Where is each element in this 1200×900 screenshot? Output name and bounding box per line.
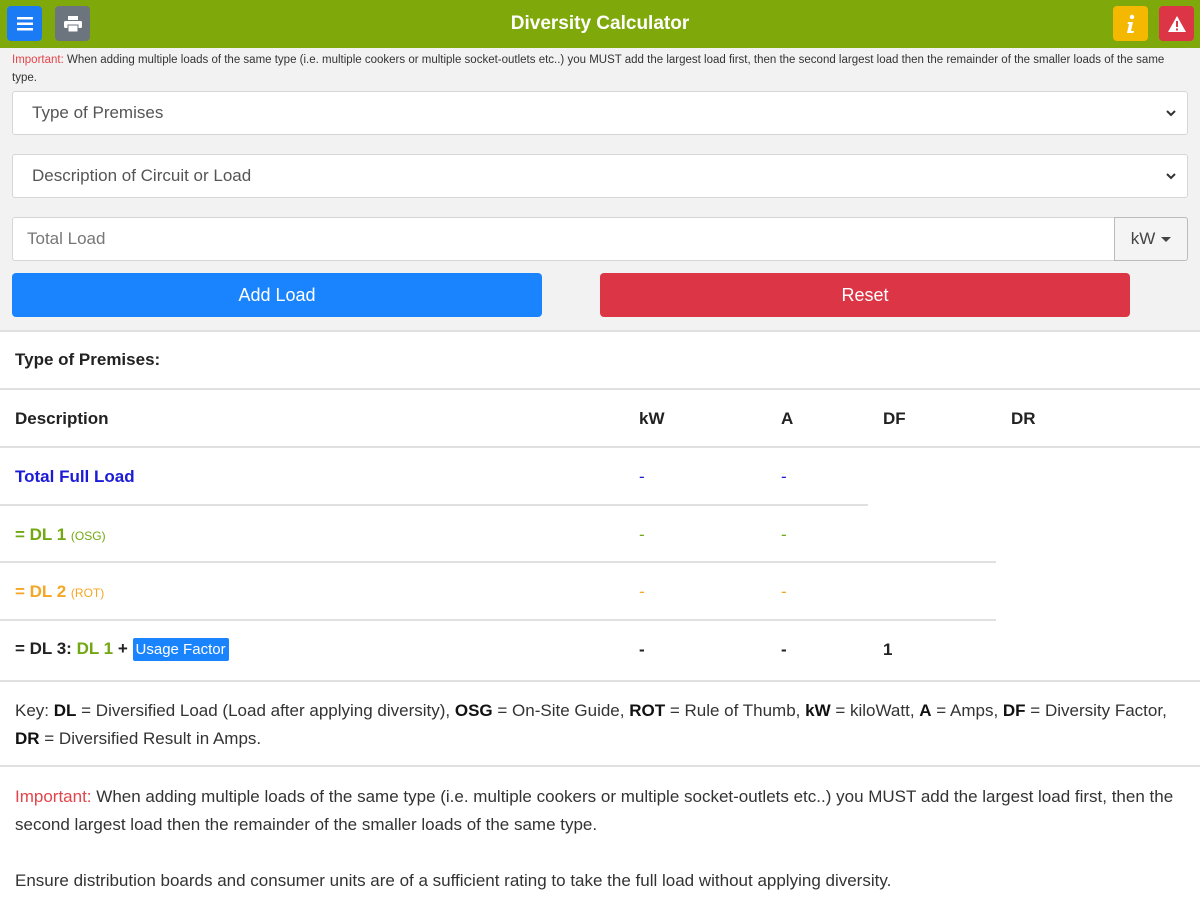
divider: [0, 504, 868, 506]
col-dr: DR: [1011, 409, 1036, 428]
key-abbr: DR: [15, 729, 40, 748]
dl2-kw: -: [639, 582, 645, 601]
ensure-note: Ensure distribution boards and consumer …: [15, 871, 892, 890]
chevron-down-icon: [1166, 110, 1176, 117]
total-a: -: [781, 467, 787, 486]
info-icon: [1126, 14, 1134, 33]
print-button[interactable]: [55, 6, 90, 41]
important-text: When adding multiple loads of the same t…: [12, 54, 1165, 84]
important-text: When adding multiple loads of the same t…: [15, 787, 1174, 834]
dl3-a: -: [781, 640, 787, 659]
key-abbr: DF: [1002, 701, 1026, 720]
dl3-ref: DL 1: [76, 638, 114, 658]
dl3-kw: -: [639, 640, 645, 659]
dl2-source: (ROT): [70, 586, 105, 600]
divider: [0, 561, 996, 563]
total-load-group: kW: [12, 217, 1188, 261]
dl3-plus: +: [117, 638, 128, 658]
key-abbr: kW: [805, 701, 831, 720]
dl1-kw: -: [639, 525, 645, 544]
col-df: DF: [883, 409, 906, 428]
premises-select[interactable]: Type of Premises: [12, 91, 1188, 135]
dl1-source: (OSG): [70, 529, 106, 543]
col-kw: kW: [639, 409, 665, 428]
load-description-select[interactable]: Description of Circuit or Load: [12, 154, 1188, 198]
unit-dropdown[interactable]: kW: [1114, 217, 1188, 261]
dl1-prefix: = DL 1: [15, 525, 67, 544]
key-intro: Key:: [15, 701, 54, 720]
menu-icon: [16, 16, 33, 30]
premises-result-label: Type of Premises:: [15, 350, 161, 369]
menu-button[interactable]: [7, 6, 42, 41]
key-def: = Diversity Factor,: [1025, 701, 1167, 720]
key-abbr: A: [919, 701, 932, 720]
print-icon: [63, 15, 82, 32]
dl3-label: = DL 3: DL 1 + Usage Factor: [15, 638, 229, 661]
dl3-prefix: = DL 3:: [15, 638, 72, 658]
top-important-note: Important: When adding multiple loads of…: [12, 51, 1192, 87]
load-select-value: Description of Circuit or Load: [32, 166, 252, 185]
col-a: A: [781, 409, 794, 428]
divider: [0, 680, 1200, 682]
chevron-down-icon: [1166, 173, 1176, 180]
alert-button[interactable]: [1159, 6, 1194, 41]
col-description: Description: [15, 409, 109, 428]
key-def: = Amps,: [931, 701, 1003, 720]
dl1-label: = DL 1 (OSG): [15, 525, 106, 545]
premises-select-value: Type of Premises: [32, 103, 164, 122]
key-abbr: OSG: [454, 701, 493, 720]
dl3-df: 1: [883, 640, 893, 659]
divider: [0, 330, 1200, 332]
unit-label: kW: [1130, 229, 1156, 248]
total-kw: -: [639, 467, 645, 486]
key-abbr: ROT: [629, 701, 666, 720]
key-legend: Key: DL = Diversified Load (Load after a…: [15, 697, 1185, 753]
key-abbr: DL: [53, 701, 77, 720]
caret-down-icon: [1161, 236, 1172, 242]
divider: [0, 765, 1200, 767]
important-label: Important:: [15, 787, 92, 806]
divider: [0, 619, 996, 621]
alert-icon: [1167, 15, 1186, 32]
important-label: Important:: [12, 54, 64, 66]
usage-factor-badge[interactable]: Usage Factor: [132, 638, 229, 661]
total-load-input[interactable]: [12, 217, 1114, 261]
dl2-prefix: = DL 2: [15, 582, 67, 601]
divider: [0, 446, 1200, 448]
bottom-important-note: Important: When adding multiple loads of…: [15, 783, 1185, 839]
key-def: = Diversified Load (Load after applying …: [76, 701, 455, 720]
key-def: = On-Site Guide,: [492, 701, 630, 720]
dl2-a: -: [781, 582, 787, 601]
key-def: = Diversified Result in Amps.: [39, 729, 262, 748]
key-def: = Rule of Thumb,: [665, 701, 806, 720]
divider: [0, 388, 1200, 390]
info-button[interactable]: [1113, 6, 1148, 41]
dl2-label: = DL 2 (ROT): [15, 582, 104, 602]
key-def: = kiloWatt,: [830, 701, 920, 720]
dl1-a: -: [781, 525, 787, 544]
app-header: [0, 0, 1200, 48]
reset-button[interactable]: Reset: [600, 273, 1130, 317]
total-full-load-label: Total Full Load: [15, 467, 135, 486]
add-load-button[interactable]: Add Load: [12, 273, 542, 317]
